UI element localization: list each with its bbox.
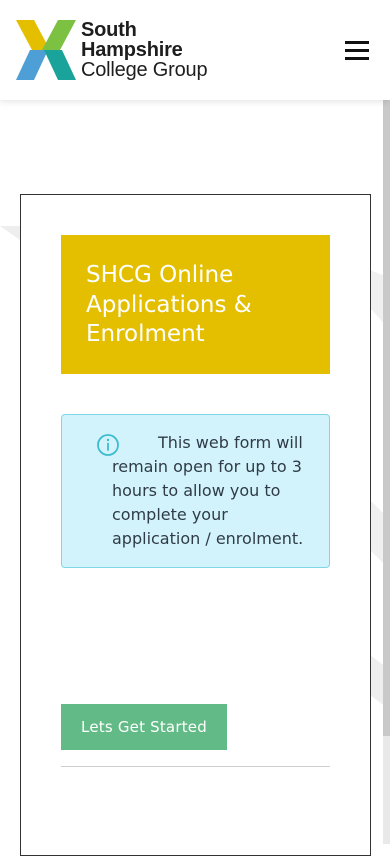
logo-line-1: South bbox=[81, 19, 137, 41]
lets-get-started-button[interactable]: Lets Get Started bbox=[61, 704, 227, 750]
divider bbox=[61, 766, 330, 767]
info-message: This web form will remain open for up to… bbox=[112, 433, 304, 548]
form-card: SHCG Online Applications & Enrolment Thi… bbox=[20, 194, 371, 856]
site-header: South Hampshire College Group bbox=[0, 0, 390, 100]
logo-line-2: Hampshire bbox=[81, 39, 183, 61]
info-notice: This web form will remain open for up to… bbox=[61, 414, 330, 568]
logo-line-3: College Group bbox=[81, 59, 208, 81]
page-title: SHCG Online Applications & Enrolment bbox=[86, 262, 252, 347]
page-scrollbar[interactable] bbox=[383, 100, 390, 844]
college-logo-icon[interactable] bbox=[16, 20, 76, 80]
scrollbar-thumb[interactable] bbox=[383, 100, 390, 736]
hamburger-menu-icon[interactable] bbox=[345, 41, 369, 61]
title-banner: SHCG Online Applications & Enrolment bbox=[61, 235, 330, 374]
college-logo-text[interactable]: South Hampshire College Group bbox=[81, 19, 208, 81]
